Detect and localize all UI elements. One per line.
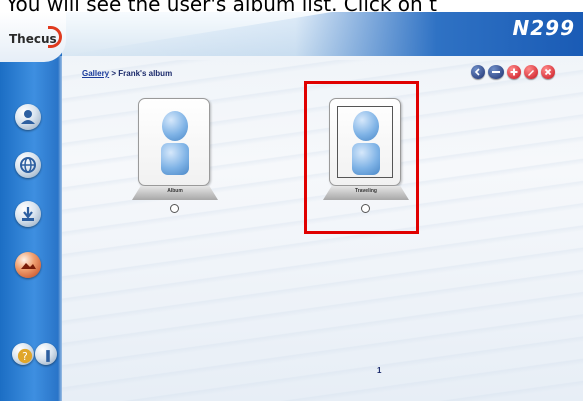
sidebar-item-gallery[interactable] [15,252,41,278]
minus-button[interactable] [488,65,504,79]
gallery-icon [21,263,36,269]
sidebar: ? [0,12,62,401]
model-name: N299 [512,16,575,40]
user-icon [21,110,35,124]
edit-album-button[interactable] [524,65,538,79]
logo: Thecus [0,12,66,62]
highlight-box [304,81,419,234]
svg-text:?: ? [22,350,28,363]
sidebar-item-user[interactable] [15,104,41,130]
page-number[interactable]: 1 [377,366,381,375]
album-card[interactable]: Album [132,98,218,228]
album-toolbar [471,65,555,79]
minus-icon [492,71,500,73]
add-album-button[interactable] [507,65,521,79]
header-bar: N299 [0,12,583,56]
download-icon [22,207,34,221]
globe-icon [20,157,36,173]
breadcrumb: Gallery > Frank's album [82,69,172,78]
app-window: N299 ? Thecus Gallery > Frank's album Al… [0,12,583,401]
back-icon [474,68,480,76]
album-thumbnail[interactable] [138,98,210,186]
delete-album-button[interactable] [541,65,555,79]
header-swoosh [60,12,583,56]
add-icon [510,68,518,76]
album-radio[interactable] [170,204,179,213]
album-label: Album [167,188,183,194]
breadcrumb-separator: > [109,69,119,78]
sidebar-item-download[interactable] [15,201,41,227]
sidebar-item-info[interactable] [35,343,57,365]
breadcrumb-current: Frank's album [118,69,173,78]
sidebar-item-globe[interactable] [15,152,41,178]
edit-icon [528,70,534,76]
person-body-icon [161,143,189,175]
sidebar-item-help[interactable]: ? [12,343,34,365]
delete-icon [544,68,552,76]
person-head-icon [162,111,188,141]
back-button[interactable] [471,65,485,79]
info-icon [46,350,50,362]
breadcrumb-gallery-link[interactable]: Gallery [82,69,109,78]
logo-swirl [48,26,62,48]
